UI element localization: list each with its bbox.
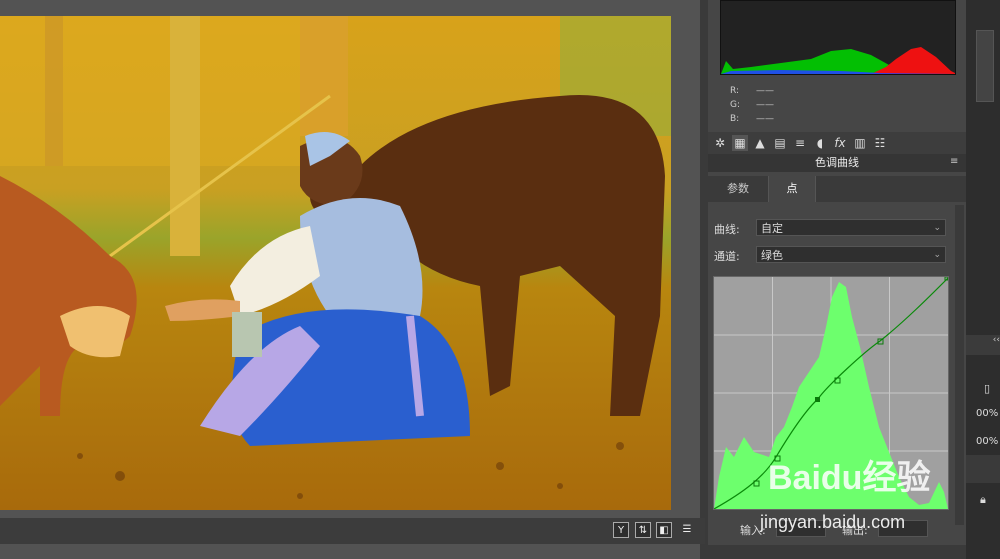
percent-field-1[interactable]: 00% (976, 408, 998, 419)
tab-parametric[interactable]: 参数 (708, 176, 768, 202)
channel-label: 通道: (714, 250, 740, 263)
grid-icon[interactable]: ▦ (732, 135, 748, 151)
photo-image (0, 16, 671, 510)
settings-sliders-icon[interactable]: ☰ (679, 522, 695, 538)
watermark-url: jingyan.baidu.com (760, 512, 906, 532)
dock-panel[interactable] (976, 30, 994, 102)
aperture-icon[interactable]: ✲ (712, 135, 728, 151)
g-value: —— (756, 100, 774, 110)
film-icon[interactable]: ▥ (852, 135, 868, 151)
stripes-icon[interactable]: ≡ (792, 135, 808, 151)
histogram (720, 0, 956, 75)
chevron-down-icon: ⌄ (933, 223, 941, 233)
curve-select-value: 自定 (761, 222, 783, 235)
chevron-down-icon: ⌄ (933, 250, 941, 260)
panel-scrollbar[interactable] (955, 205, 964, 525)
g-label: G: (730, 100, 741, 110)
watermark-brand: Baidu经验 (768, 459, 931, 497)
panel-menu-icon[interactable]: ≡ (950, 156, 958, 167)
r-label: R: (730, 86, 740, 96)
document-icon[interactable]: ▯ (984, 382, 990, 395)
swap-icon[interactable]: ⇅ (635, 522, 651, 538)
curve-label: 曲线: (714, 223, 740, 236)
compare-icon[interactable]: ◧ (656, 522, 672, 538)
waveform-icon[interactable]: ◖ (812, 135, 828, 151)
edited-photo[interactable] (0, 16, 671, 510)
sliders-icon[interactable]: ☷ (872, 135, 888, 151)
channel-select[interactable]: 绿色 ⌄ (756, 246, 946, 263)
canvas-status-bar: Y ⇅ ◧ ☰ (0, 518, 705, 544)
levels-icon[interactable]: ▲ (752, 135, 768, 151)
percent-field-2[interactable]: 00% (976, 436, 998, 447)
channel-select-value: 绿色 (761, 249, 783, 262)
right-dock: ‹‹ ▯ 00% 00% 🔒︎ (966, 0, 1000, 559)
curve-select[interactable]: 自定 ⌄ (756, 219, 946, 236)
collapse-icon[interactable]: ‹‹ (966, 335, 1000, 355)
histogram-graph (721, 47, 955, 74)
panel-title: 色调曲线 (708, 154, 966, 172)
lock-icon[interactable]: 🔒︎ (980, 493, 986, 507)
r-value: —— (756, 86, 774, 96)
b-label: B: (730, 114, 740, 124)
adjustment-toolbar: ✲ ▦ ▲ ▤ ≡ ◖ fx ▥ ☷ (708, 132, 966, 154)
y-button[interactable]: Y (613, 522, 629, 538)
tab-bar: 参数 点 (708, 176, 966, 202)
fx-icon[interactable]: fx (832, 135, 848, 151)
layers-icon[interactable]: ▤ (772, 135, 788, 151)
tab-point[interactable]: 点 (768, 176, 816, 202)
b-value: —— (756, 114, 774, 124)
dock-swatch (966, 455, 1000, 483)
